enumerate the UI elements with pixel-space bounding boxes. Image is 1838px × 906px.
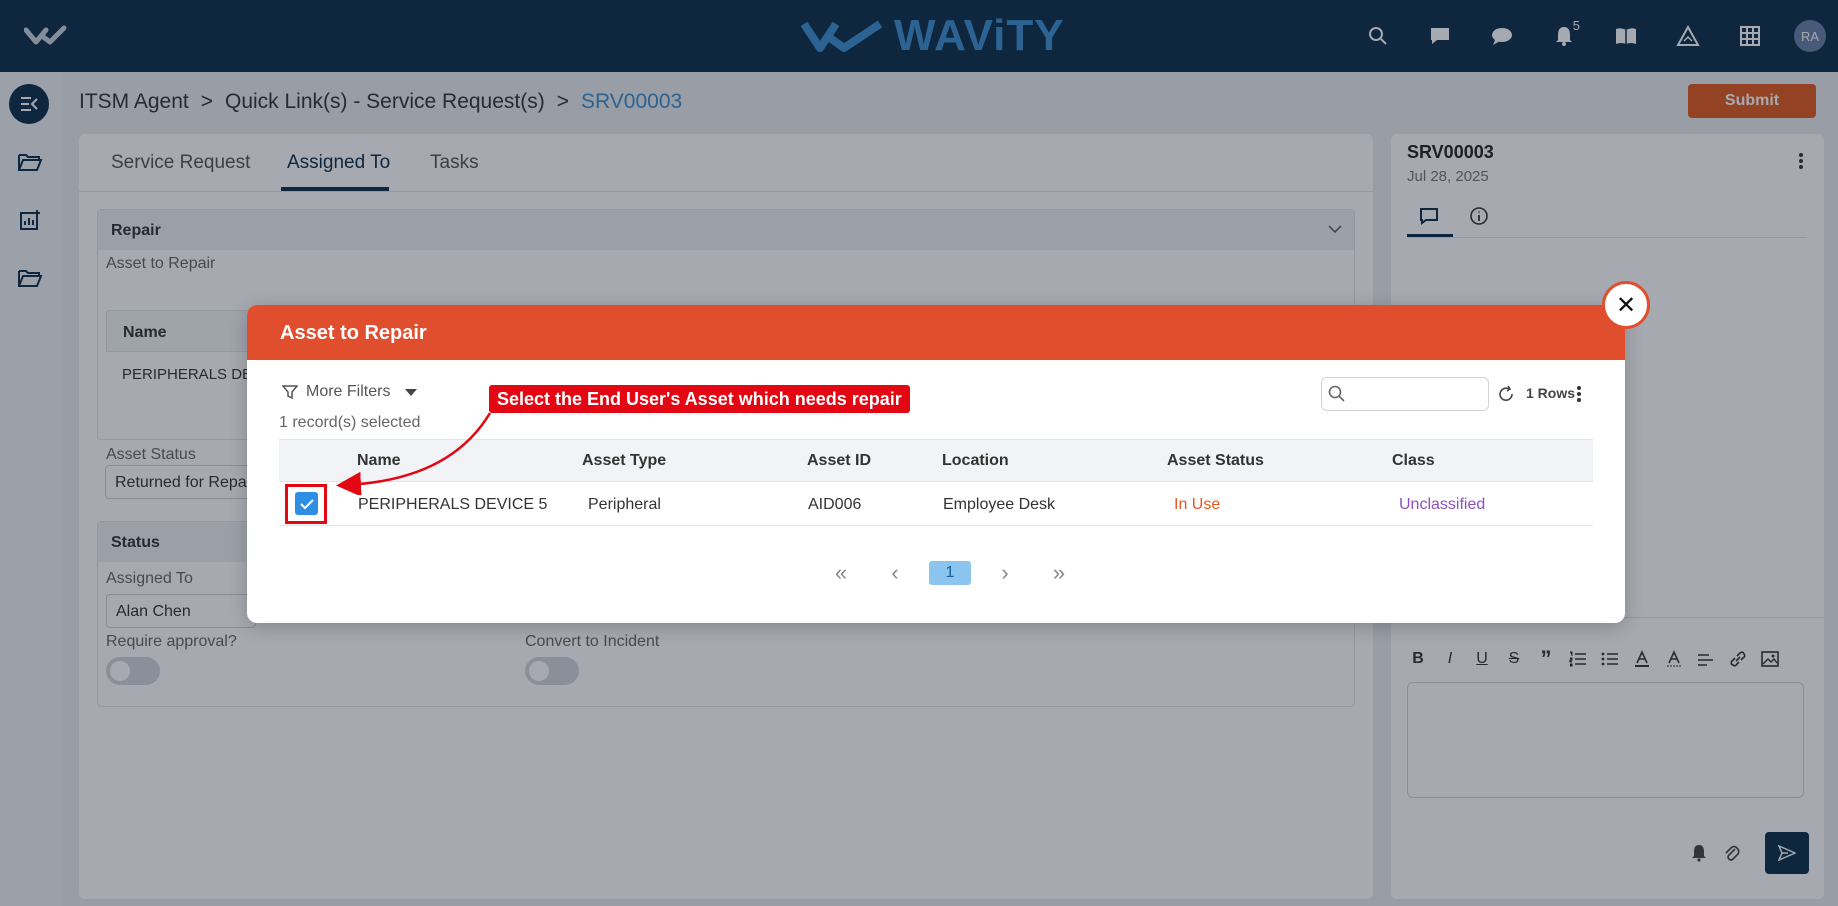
rows-count-label: 1 Rows: [1526, 385, 1576, 401]
more-filters-button[interactable]: More Filters: [282, 383, 418, 401]
search-icon: [1328, 385, 1345, 402]
cell-location: Employee Desk: [943, 496, 1056, 513]
checkbox-highlight-box: [285, 484, 327, 524]
refresh-icon[interactable]: [1497, 385, 1515, 403]
column-header-location[interactable]: Location: [942, 452, 1009, 470]
search-input[interactable]: [1321, 377, 1489, 411]
column-header-class[interactable]: Class: [1392, 452, 1435, 470]
modal-header: Asset to Repair: [247, 305, 1625, 360]
pagination: « ‹ 1 › »: [821, 560, 1093, 585]
next-page-button[interactable]: ›: [985, 560, 1025, 585]
column-header-asset-type[interactable]: Asset Type: [582, 452, 666, 470]
cell-asset-type: Peripheral: [588, 496, 661, 513]
modal-title: Asset to Repair: [280, 322, 427, 344]
column-header-asset-status[interactable]: Asset Status: [1167, 452, 1264, 470]
first-page-button[interactable]: «: [821, 560, 861, 585]
tutorial-annotation: Select the End User's Asset which needs …: [489, 385, 910, 413]
filter-icon: [282, 385, 298, 400]
prev-page-button[interactable]: ‹: [875, 560, 915, 585]
column-header-asset-id[interactable]: Asset ID: [807, 452, 871, 470]
cell-asset-id: AID006: [808, 496, 862, 513]
more-filters-label: More Filters: [306, 383, 391, 400]
caret-down-icon: [405, 389, 418, 396]
modal-close-button[interactable]: ✕: [1602, 281, 1650, 329]
annotation-arrow-icon: [336, 412, 492, 495]
current-page[interactable]: 1: [929, 561, 971, 585]
cell-class: Unclassified: [1399, 496, 1486, 513]
cell-name: PERIPHERALS DEVICE 5: [358, 496, 548, 513]
cell-asset-status: In Use: [1174, 496, 1221, 513]
last-page-button[interactable]: »: [1039, 560, 1079, 585]
table-options-icon[interactable]: [1576, 385, 1582, 403]
